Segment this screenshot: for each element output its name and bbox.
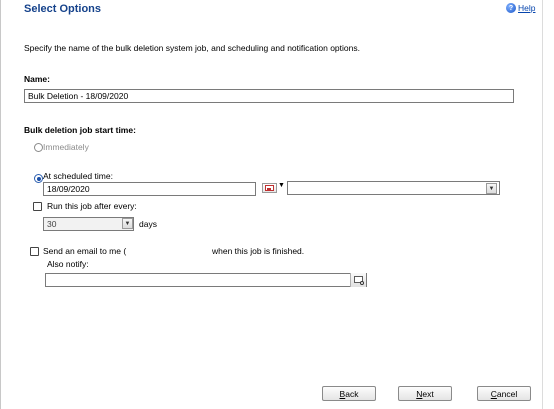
next-button-label: ext: [422, 388, 434, 399]
scheduled-date-input[interactable]: [43, 182, 256, 196]
chevron-down-icon[interactable]: ▼: [278, 182, 285, 189]
cancel-button[interactable]: Cancel: [477, 386, 531, 401]
scheduled-time-label: At scheduled time:: [43, 171, 113, 181]
email-notify-label-suffix: when this job is finished.: [212, 246, 305, 256]
help-label: Help: [518, 3, 536, 13]
lookup-icon[interactable]: [350, 273, 366, 287]
calendar-icon[interactable]: [262, 183, 277, 193]
scheduled-time-radio[interactable]: [34, 174, 43, 183]
time-dropdown-arrow[interactable]: ▼: [486, 183, 497, 194]
left-border: [0, 0, 1, 409]
email-notify-label-prefix: Send an email to me (: [43, 246, 127, 256]
name-label: Name:: [24, 74, 50, 84]
email-notify-checkbox[interactable]: [30, 247, 39, 256]
back-button-label: ack: [345, 388, 359, 399]
also-notify-input[interactable]: [45, 273, 367, 287]
back-button[interactable]: Back: [322, 386, 376, 401]
immediately-radio[interactable]: [34, 143, 43, 152]
help-link[interactable]: ? Help: [506, 3, 535, 13]
recurrence-interval-select[interactable]: [43, 217, 134, 231]
scheduled-time-input[interactable]: [287, 181, 500, 195]
interval-dropdown-arrow[interactable]: ▼: [122, 218, 133, 229]
description-text: Specify the name of the bulk deletion sy…: [24, 43, 360, 53]
next-button[interactable]: Next: [398, 386, 452, 401]
also-notify-label: Also notify:: [47, 259, 89, 269]
start-time-label: Bulk deletion job start time:: [24, 125, 136, 135]
right-border: [542, 0, 543, 409]
recurrence-label: Run this job after every:: [47, 201, 137, 211]
immediately-label: Immediately: [43, 142, 89, 152]
page-title: Select Options: [24, 3, 102, 15]
recurrence-unit-label: days: [139, 219, 157, 229]
name-input[interactable]: [24, 89, 514, 103]
help-icon: ?: [506, 3, 516, 13]
recurrence-checkbox[interactable]: [33, 202, 42, 211]
cancel-button-label: ancel: [496, 388, 518, 399]
